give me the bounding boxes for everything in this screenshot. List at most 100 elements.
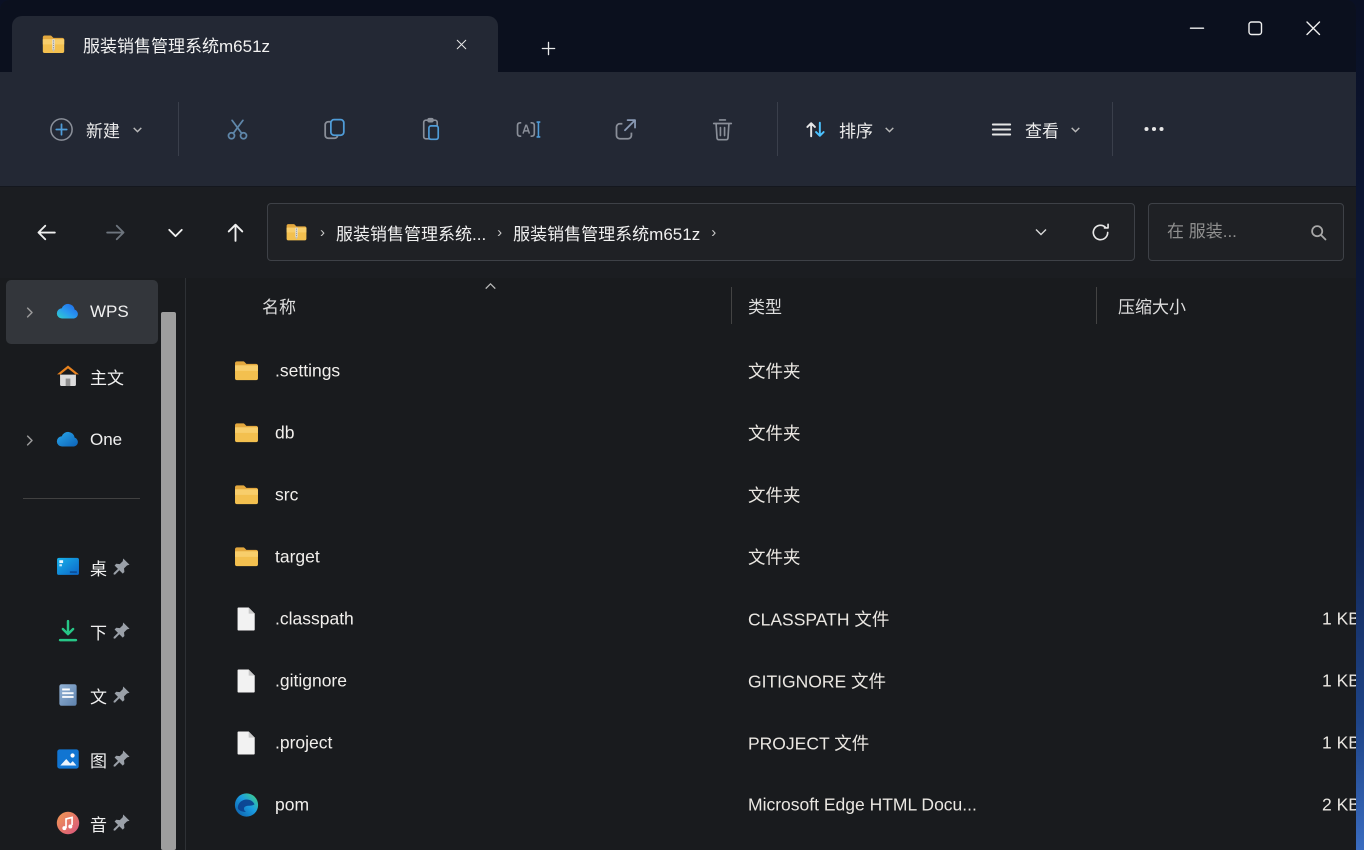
address-bar[interactable]: › 服装销售管理系统... › 服装销售管理系统m651z › bbox=[267, 203, 1135, 261]
file-type: CLASSPATH 文件 bbox=[748, 609, 890, 630]
new-button[interactable]: 新建 bbox=[36, 108, 156, 151]
maximize-button[interactable] bbox=[1226, 8, 1284, 48]
folder-icon bbox=[232, 543, 261, 572]
file-row[interactable]: pom Microsoft Edge HTML Docu... 2 KB bbox=[186, 774, 1356, 836]
file-icon bbox=[232, 605, 261, 634]
search-box[interactable] bbox=[1148, 203, 1344, 261]
sidebar-divider bbox=[23, 498, 140, 499]
delete-button[interactable] bbox=[702, 109, 742, 149]
sidebar-item-music[interactable]: 音 bbox=[6, 791, 158, 850]
explorer-tab[interactable]: 服装销售管理系统m651z bbox=[12, 16, 498, 72]
share-button[interactable] bbox=[605, 109, 645, 149]
search-icon[interactable] bbox=[1308, 222, 1329, 243]
pin-icon bbox=[110, 684, 132, 706]
file-size: 2 KB bbox=[1322, 794, 1356, 815]
refresh-button[interactable] bbox=[1089, 221, 1112, 244]
chevron-down-icon bbox=[133, 126, 142, 133]
up-button[interactable] bbox=[213, 210, 257, 254]
sidebar-item-wps-cloud[interactable]: WPS bbox=[6, 280, 158, 344]
column-divider[interactable] bbox=[1096, 287, 1097, 324]
documents-icon bbox=[54, 681, 82, 709]
explorer-window: 服装销售管理系统m651z 新建 排序 查看 › 服装销售管理系统... › 服… bbox=[0, 0, 1356, 850]
sidebar-item-label: 主文 bbox=[90, 368, 124, 388]
chevron-right-icon[interactable] bbox=[22, 433, 37, 448]
column-header-size[interactable]: 压缩大小 bbox=[1118, 293, 1186, 318]
column-header-type[interactable]: 类型 bbox=[748, 293, 782, 318]
close-button[interactable] bbox=[1284, 8, 1342, 48]
sidebar-item-documents[interactable]: 文 bbox=[6, 663, 158, 727]
sidebar-item-downloads[interactable]: 下 bbox=[6, 599, 158, 663]
column-divider[interactable] bbox=[731, 287, 732, 324]
rename-icon bbox=[516, 120, 540, 138]
file-row[interactable]: .project PROJECT 文件 1 KB bbox=[186, 712, 1356, 774]
zip-folder-icon bbox=[284, 220, 309, 245]
view-button[interactable]: 查看 bbox=[976, 108, 1094, 151]
file-row[interactable]: target 文件夹 bbox=[186, 526, 1356, 588]
sidebar-item-desktop[interactable]: 桌 bbox=[6, 535, 158, 599]
address-dropdown-button[interactable] bbox=[1033, 224, 1049, 240]
back-button[interactable] bbox=[24, 210, 68, 254]
more-options-button[interactable] bbox=[1131, 109, 1177, 149]
file-name: .settings bbox=[275, 360, 341, 381]
file-type: Microsoft Edge HTML Docu... bbox=[748, 794, 977, 815]
file-name: src bbox=[275, 484, 299, 505]
plus-circle-icon bbox=[50, 117, 73, 141]
column-header-name[interactable]: 名称 bbox=[262, 293, 296, 318]
chevron-down-icon bbox=[167, 228, 183, 237]
onedrive-icon bbox=[54, 426, 82, 454]
file-type: GITIGNORE 文件 bbox=[748, 671, 887, 692]
file-name: pom bbox=[275, 794, 310, 815]
file-name: .project bbox=[275, 732, 333, 753]
breadcrumb-current[interactable]: 服装销售管理系统m651z bbox=[513, 220, 700, 245]
file-row[interactable]: .gitignore GITIGNORE 文件 1 KB bbox=[186, 650, 1356, 712]
minimize-button[interactable] bbox=[1168, 8, 1226, 48]
recent-locations-button[interactable] bbox=[153, 210, 197, 254]
toolbar-divider bbox=[777, 102, 778, 156]
sort-ascending-icon bbox=[482, 278, 499, 300]
ellipsis-icon bbox=[1144, 126, 1164, 132]
refresh-icon bbox=[1092, 222, 1109, 240]
file-size: 1 KB bbox=[1322, 670, 1356, 691]
paste-icon bbox=[422, 117, 439, 140]
file-type: 文件夹 bbox=[748, 547, 801, 568]
file-row[interactable]: .settings 文件夹 bbox=[186, 340, 1356, 402]
file-row[interactable]: db 文件夹 bbox=[186, 402, 1356, 464]
breadcrumb-separator: › bbox=[711, 223, 717, 241]
pin-icon bbox=[110, 556, 132, 578]
copy-button[interactable] bbox=[314, 109, 354, 149]
chevron-right-icon[interactable] bbox=[22, 305, 37, 320]
rename-button[interactable] bbox=[508, 109, 548, 149]
forward-button[interactable] bbox=[93, 210, 137, 254]
file-type: 文件夹 bbox=[748, 485, 801, 506]
sort-arrows-icon bbox=[806, 121, 825, 137]
arrow-right-icon bbox=[105, 224, 124, 240]
sort-button-label: 排序 bbox=[839, 121, 873, 141]
sidebar-item-home[interactable]: 主文 bbox=[6, 344, 158, 408]
view-button-label: 查看 bbox=[1025, 121, 1059, 141]
new-tab-button[interactable] bbox=[532, 32, 564, 64]
sidebar-item-label: 桌 bbox=[90, 559, 107, 579]
sidebar-item-pictures[interactable]: 图 bbox=[6, 727, 158, 791]
breadcrumb-parent[interactable]: 服装销售管理系统... bbox=[336, 220, 486, 245]
sidebar-scrollbar-thumb[interactable] bbox=[161, 312, 176, 850]
trash-icon bbox=[712, 118, 732, 140]
navigation-bar: › 服装销售管理系统... › 服装销售管理系统m651z › bbox=[0, 187, 1356, 278]
sidebar-item-label: 图 bbox=[90, 751, 107, 771]
cut-button[interactable] bbox=[217, 109, 257, 149]
file-row[interactable]: src 文件夹 bbox=[186, 464, 1356, 526]
sidebar-item-onedrive[interactable]: One bbox=[6, 408, 158, 472]
wps-cloud-icon bbox=[54, 298, 82, 326]
sort-button[interactable]: 排序 bbox=[790, 108, 908, 151]
pin-icon bbox=[110, 812, 132, 834]
sidebar-item-label: 音 bbox=[90, 815, 107, 835]
search-input[interactable] bbox=[1165, 221, 1308, 243]
sidebar-item-label: 下 bbox=[90, 623, 107, 643]
paste-button[interactable] bbox=[411, 109, 451, 149]
file-name: .gitignore bbox=[275, 670, 347, 691]
edge-icon bbox=[232, 791, 261, 820]
file-type: 文件夹 bbox=[748, 423, 801, 444]
tab-close-icon[interactable] bbox=[446, 29, 476, 59]
file-row[interactable]: .classpath CLASSPATH 文件 1 KB bbox=[186, 588, 1356, 650]
new-button-label: 新建 bbox=[86, 121, 120, 141]
toolbar-divider bbox=[1112, 102, 1113, 156]
